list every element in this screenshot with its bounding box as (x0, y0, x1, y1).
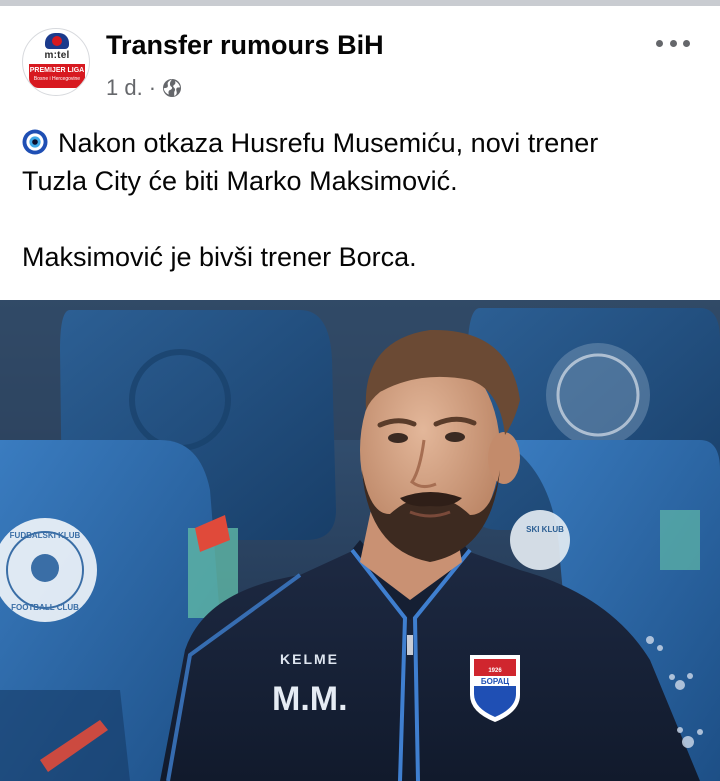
post-timestamp[interactable]: 1 d. (106, 75, 143, 101)
borac-crest-text: БОРАЦ (481, 677, 509, 686)
seat-crest-left-emblem (31, 554, 59, 582)
coach-ear (488, 432, 520, 484)
post-text-line-2: Tuzla City će biti Marko Maksimović. (22, 166, 458, 196)
more-options-icon[interactable] (656, 36, 690, 50)
zipper-pull (407, 635, 413, 655)
post-meta: 1 d. · (106, 75, 182, 101)
post-photo[interactable]: FUDBALSKI KLUB FOOTBALL CLUB SKI KLUB KE… (0, 300, 720, 781)
coach-eye-left (388, 433, 408, 443)
post-text-line-4: Maksimović je bivši trener Borca. (22, 242, 417, 272)
jacket-initials-text: M.M. (272, 680, 348, 718)
football-icon (45, 33, 69, 49)
post-text-line: Nakon otkaza Husrefu Musemiću, novi tren… (22, 124, 702, 162)
post-text-line-3 (22, 200, 702, 238)
back-seat-right-crest (546, 343, 650, 447)
avatar-league: PREMIJER LIGA Bosne i Hercegovine (29, 67, 85, 83)
seat-gap-green-right (660, 510, 700, 570)
meta-separator: · (148, 75, 157, 100)
seat-crest-left-text: FUDBALSKI KLUB (10, 531, 81, 540)
league-logo: m:tel PREMIJER LIGA Bosne i Hercegovine (29, 33, 85, 91)
post-text: Nakon otkaza Husrefu Musemiću, novi tren… (22, 124, 702, 276)
avatar-brand: m:tel (44, 50, 70, 61)
nazar-amulet-icon (22, 129, 48, 155)
globe-icon[interactable] (162, 78, 182, 98)
seat-crest-right-text: SKI KLUB (526, 525, 564, 534)
avatar-league-line2: Bosne i Hercegovine (33, 76, 81, 82)
more-dot (656, 39, 663, 47)
post-text-line-1: Nakon otkaza Husrefu Musemiću, novi tren… (58, 128, 599, 158)
borac-crest-year: 1926 (488, 668, 502, 674)
more-dot (683, 39, 690, 47)
coach-photo: FUDBALSKI KLUB FOOTBALL CLUB SKI KLUB KE… (0, 300, 720, 781)
more-dot (669, 39, 677, 47)
seat-crest-right (510, 510, 570, 570)
coach-eye-right (445, 432, 465, 442)
seat-crest-left-text-bottom: FOOTBALL CLUB (11, 603, 79, 612)
seat-cushion-left (0, 690, 130, 781)
page-name[interactable]: Transfer rumours BiH (106, 30, 384, 61)
jacket-brand-text: KELME (280, 651, 339, 667)
page-avatar[interactable]: m:tel PREMIJER LIGA Bosne i Hercegovine (22, 28, 90, 96)
post-header: m:tel PREMIJER LIGA Bosne i Hercegovine … (0, 6, 720, 106)
avatar-league-line1: PREMIJER LIGA (29, 67, 85, 74)
